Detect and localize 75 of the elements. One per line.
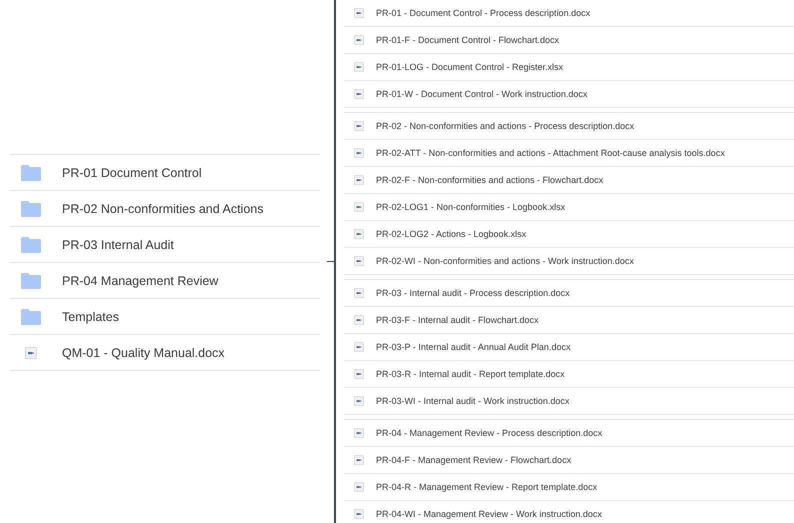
- document-icon: [354, 369, 364, 379]
- file-name: PR-04-F - Management Review - Flowchart.docx: [376, 455, 572, 465]
- file-name: PR-04 - Management Review - Process description.docx: [376, 428, 602, 438]
- folder-name: PR-03 Internal Audit: [62, 238, 174, 252]
- document-icon: [354, 342, 364, 352]
- document-icon: [354, 121, 364, 131]
- file-name: PR-02-ATT - Non-conformities and actions - Attachment Root-cause analysis tools.docx: [376, 148, 725, 158]
- document-icon: [354, 396, 364, 406]
- file-name: PR-01 - Document Control - Process description.docx: [376, 8, 590, 18]
- file-item[interactable]: PR-01-W - Document Control - Work instruction.docx: [344, 81, 794, 108]
- folder-item[interactable]: Templates: [10, 298, 320, 334]
- folder-item[interactable]: PR-02 Non-conformities and Actions: [10, 190, 320, 226]
- folder-item[interactable]: PR-04 Management Review: [10, 262, 320, 298]
- file-item[interactable]: PR-03-P - Internal audit - Annual Audit Plan.docx: [344, 334, 794, 361]
- file-name: PR-04-WI - Management Review - Work instruction.docx: [376, 509, 602, 519]
- file-name: PR-03 - Internal audit - Process description.docx: [376, 288, 570, 298]
- file-name: PR-01-LOG - Document Control - Register.xlsx: [376, 62, 564, 72]
- folder-name: PR-02 Non-conformities and Actions: [62, 202, 264, 216]
- file-name: PR-02 - Non-conformities and actions - Process description.docx: [376, 121, 634, 131]
- file-name: PR-03-F - Internal audit - Flowchart.docx: [376, 315, 539, 325]
- folder-icon: [21, 164, 41, 180]
- file-item[interactable]: PR-03-WI - Internal audit - Work instruction.docx: [344, 388, 794, 415]
- file-item[interactable]: PR-01-LOG - Document Control - Register.xlsx: [344, 54, 794, 81]
- file-name: PR-03-P - Internal audit - Annual Audit Plan.docx: [376, 342, 570, 352]
- document-icon: [354, 482, 364, 492]
- file-item[interactable]: PR-04-R - Management Review - Report template.docx: [344, 474, 794, 501]
- folder-icon: [21, 308, 41, 324]
- file-name: PR-03-WI - Internal audit - Work instruction.docx: [376, 396, 570, 406]
- document-icon: [354, 428, 364, 438]
- file-name: PR-03-R - Internal audit - Report template.docx: [376, 369, 565, 379]
- folder-name: PR-04 Management Review: [62, 274, 218, 288]
- file-item[interactable]: PR-02-ATT - Non-conformities and actions - Attachment Root-cause analysis tools.docx: [344, 140, 794, 167]
- file-item[interactable]: PR-02-F - Non-conformities and actions - Flowchart.docx: [344, 167, 794, 194]
- document-icon: [354, 202, 364, 212]
- document-icon: [354, 62, 364, 72]
- folder-icon: [21, 236, 41, 252]
- file-item[interactable]: PR-02-WI - Non-conformities and actions - Work instruction.docx: [344, 248, 794, 275]
- folder-name: PR-01 Document Control: [62, 166, 202, 180]
- document-icon: [354, 175, 364, 185]
- file-item[interactable]: PR-03-R - Internal audit - Report template.docx: [344, 361, 794, 388]
- document-icon: [354, 89, 364, 99]
- file-item[interactable]: PR-01-F - Document Control - Flowchart.docx: [344, 27, 794, 54]
- file-item[interactable]: PR-04-WI - Management Review - Work instruction.docx: [344, 501, 794, 523]
- file-name: PR-04-R - Management Review - Report template.docx: [376, 482, 598, 492]
- file-name: PR-02-F - Non-conformities and actions - Flowchart.docx: [376, 175, 604, 185]
- file-item[interactable]: PR-04-F - Management Review - Flowchart.docx: [344, 447, 794, 474]
- folder-item[interactable]: PR-01 Document Control: [10, 154, 320, 190]
- file-item[interactable]: PR-02 - Non-conformities and actions - Process description.docx: [344, 113, 794, 140]
- folder-icon: [21, 272, 41, 288]
- document-icon: [354, 229, 364, 239]
- file-name: PR-01-W - Document Control - Work instruction.docx: [376, 89, 588, 99]
- file-name: PR-02-WI - Non-conformities and actions - Work instruction.docx: [376, 256, 634, 266]
- document-icon: [354, 509, 364, 519]
- file-item[interactable]: PR-01 - Document Control - Process description.docx: [344, 0, 794, 27]
- document-icon: [25, 346, 37, 358]
- file-name: PR-02-LOG1 - Non-conformities - Logbook.xlsx: [376, 202, 566, 212]
- document-icon: [354, 315, 364, 325]
- file-item[interactable]: QM-01 - Quality Manual.docx: [10, 334, 320, 371]
- document-icon: [354, 35, 364, 45]
- file-item[interactable]: PR-02-LOG1 - Non-conformities - Logbook.xlsx: [344, 194, 794, 221]
- folder-item[interactable]: PR-03 Internal Audit: [10, 226, 320, 262]
- file-item[interactable]: PR-02-LOG2 - Actions - Logbook.xlsx: [344, 221, 794, 248]
- document-icon: [354, 8, 364, 18]
- document-icon: [354, 256, 364, 266]
- file-item[interactable]: PR-03 - Internal audit - Process description.docx: [344, 280, 794, 307]
- file-item[interactable]: PR-04 - Management Review - Process description.docx: [344, 420, 794, 447]
- file-name: QM-01 - Quality Manual.docx: [62, 346, 225, 360]
- document-icon: [354, 455, 364, 465]
- file-name: PR-01-F - Document Control - Flowchart.docx: [376, 35, 560, 45]
- folder-name: Templates: [62, 310, 119, 324]
- document-icon: [354, 288, 364, 298]
- file-item[interactable]: PR-03-F - Internal audit - Flowchart.docx: [344, 307, 794, 334]
- folder-icon: [21, 200, 41, 216]
- document-icon: [354, 148, 364, 158]
- file-name: PR-02-LOG2 - Actions - Logbook.xlsx: [376, 229, 526, 239]
